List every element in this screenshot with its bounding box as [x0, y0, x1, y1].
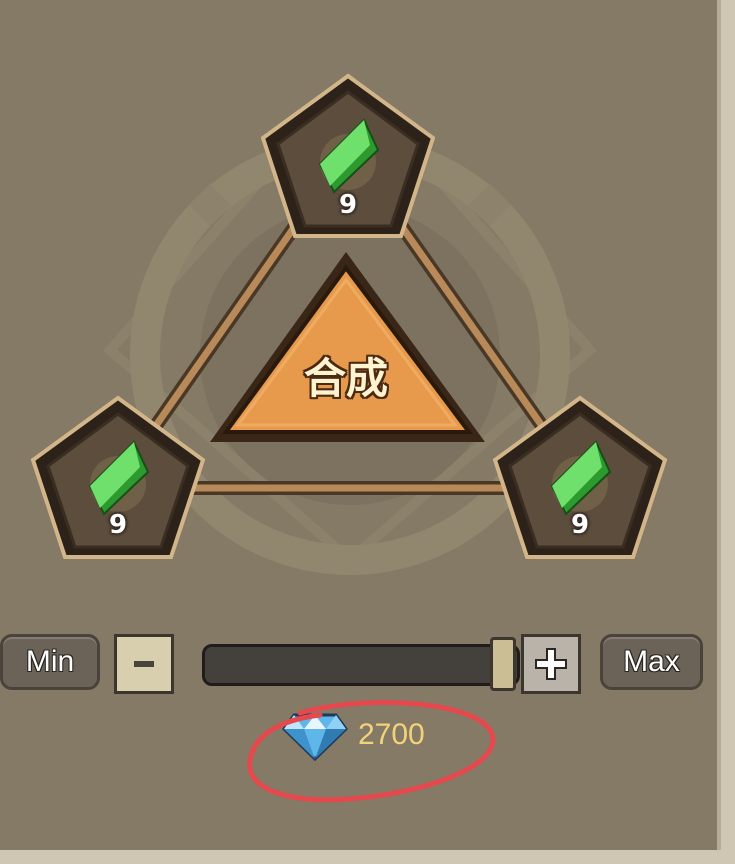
- slot-right-count: 9: [570, 510, 590, 540]
- bottom-frame-edge: [0, 850, 735, 864]
- slider-fill: [205, 647, 517, 683]
- slot-left-count: 9: [108, 510, 128, 540]
- increase-button[interactable]: [521, 634, 581, 694]
- minus-icon: [134, 661, 154, 667]
- quantity-slider[interactable]: [202, 644, 520, 686]
- plus-icon: [535, 648, 567, 680]
- right-frame-edge: [717, 0, 735, 864]
- max-button[interactable]: Max: [600, 634, 703, 690]
- slider-thumb[interactable]: [490, 637, 516, 691]
- craft-button-label[interactable]: 合成: [286, 345, 406, 406]
- slot-top-count: 9: [338, 190, 358, 220]
- red-circle-annotation: [247, 700, 496, 803]
- crafting-panel: 9 9 9 合成 Min Max 2700: [0, 0, 717, 850]
- min-button[interactable]: Min: [0, 634, 100, 690]
- decrease-button[interactable]: [114, 634, 174, 694]
